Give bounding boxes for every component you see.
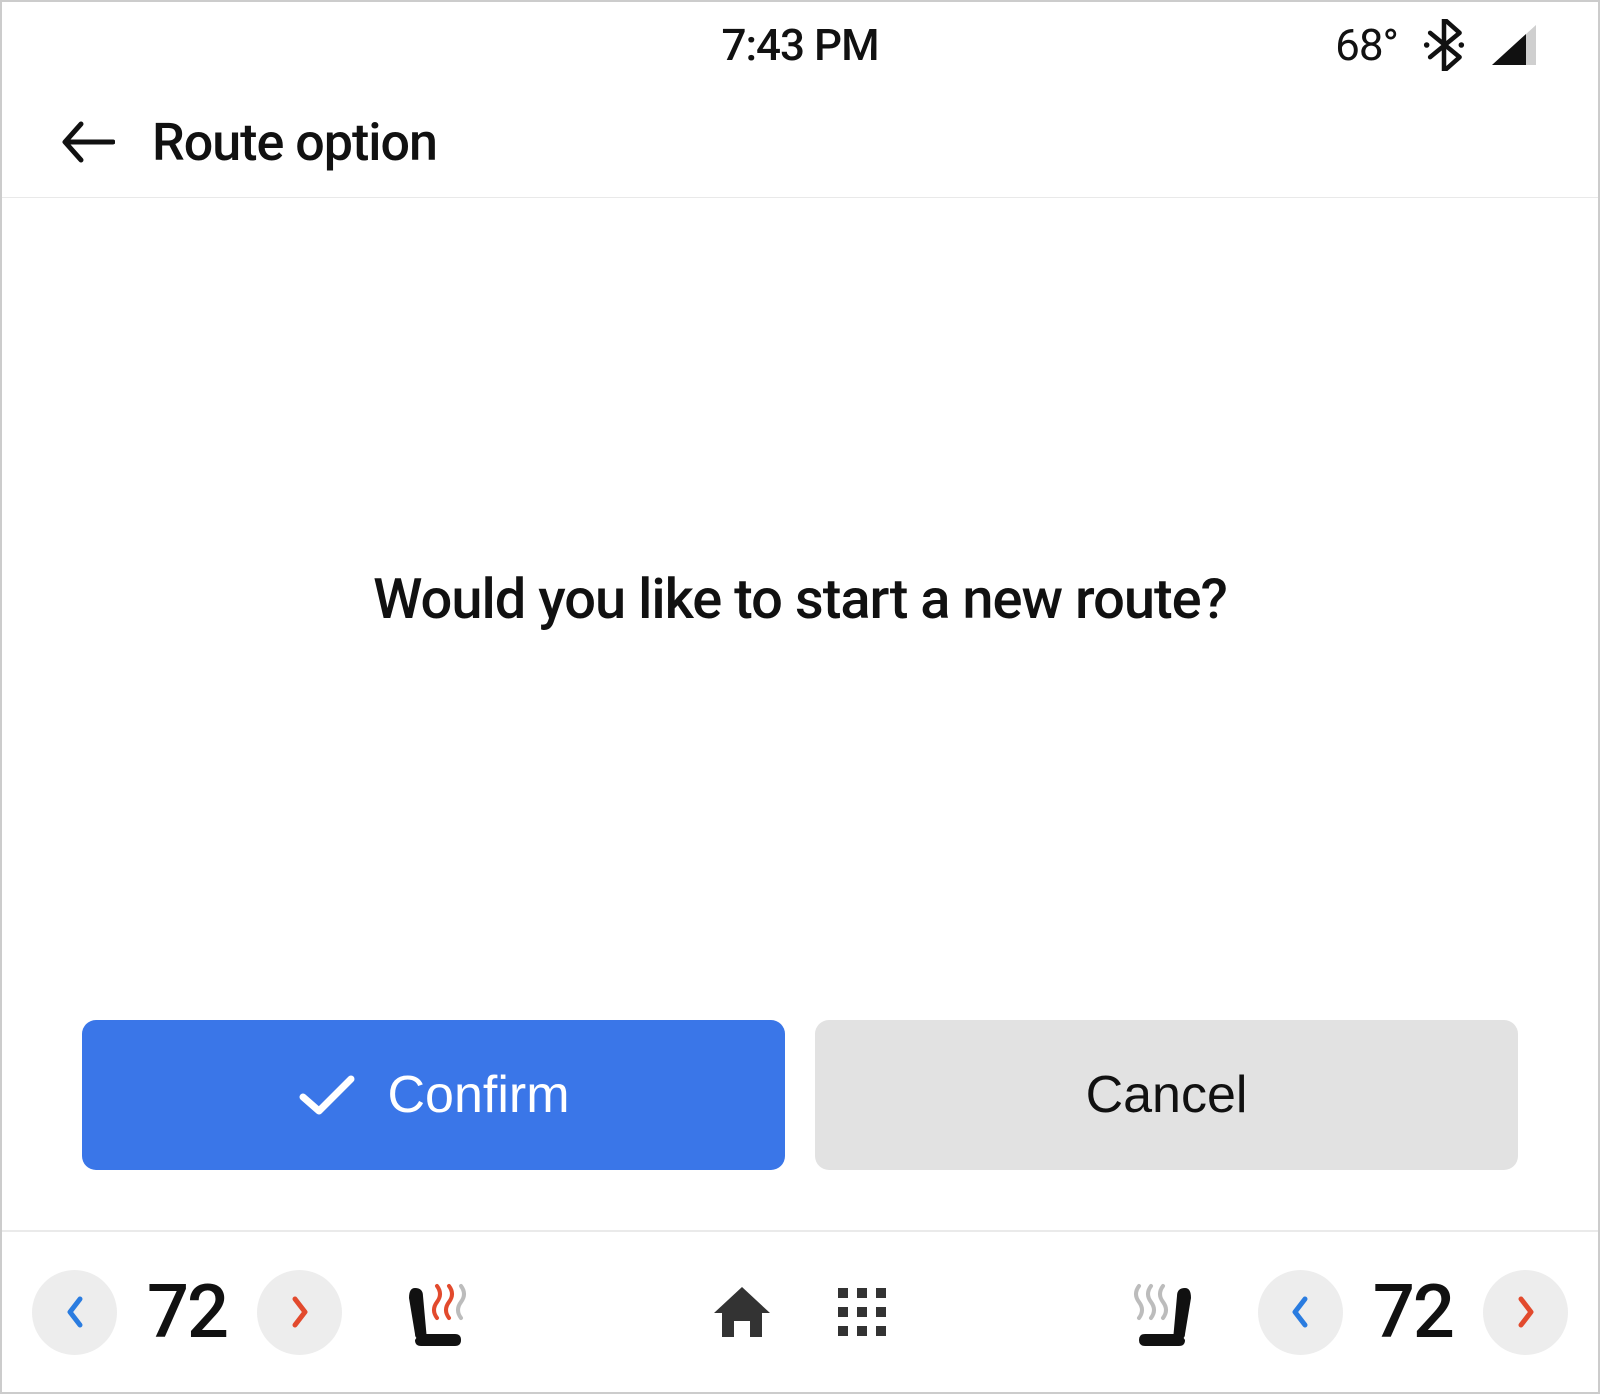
bluetooth-icon [1423, 19, 1465, 71]
climate-left-group: 72 [32, 1269, 482, 1356]
right-seat-heat-button[interactable] [1118, 1276, 1208, 1348]
climate-right-group: 72 [1118, 1269, 1568, 1356]
back-button[interactable] [57, 112, 117, 172]
apps-grid-icon [834, 1284, 890, 1340]
status-right: 68° [1335, 19, 1538, 71]
chevron-right-icon [289, 1295, 311, 1329]
right-temp-up-button[interactable] [1483, 1270, 1568, 1355]
main: Would you like to start a new route? Con… [2, 198, 1598, 1230]
confirm-button[interactable]: Confirm [82, 1020, 785, 1170]
center-controls [710, 1283, 890, 1341]
cancel-button[interactable]: Cancel [815, 1020, 1518, 1170]
button-row: Confirm Cancel [82, 1020, 1518, 1170]
chevron-right-icon [1515, 1295, 1537, 1329]
check-icon [297, 1071, 357, 1119]
cancel-label: Cancel [1086, 1065, 1248, 1125]
signal-icon [1490, 23, 1538, 67]
seat-heat-right-icon [1123, 1276, 1203, 1348]
right-temp: 72 [1363, 1269, 1463, 1356]
left-temp: 72 [137, 1269, 237, 1356]
right-temp-down-button[interactable] [1258, 1270, 1343, 1355]
seat-heat-left-icon [397, 1276, 477, 1348]
confirm-label: Confirm [387, 1065, 569, 1125]
status-outside-temp: 68° [1335, 19, 1398, 71]
chevron-left-icon [64, 1295, 86, 1329]
header: Route option [2, 87, 1598, 197]
route-prompt: Would you like to start a new route? [373, 566, 1227, 632]
status-time: 7:43 PM [721, 19, 878, 71]
arrow-left-icon [59, 120, 115, 164]
climate-bar: 72 [2, 1232, 1598, 1392]
page-title: Route option [152, 112, 437, 173]
left-temp-up-button[interactable] [257, 1270, 342, 1355]
status-bar: 7:43 PM 68° [2, 2, 1598, 87]
left-seat-heat-button[interactable] [392, 1276, 482, 1348]
left-temp-down-button[interactable] [32, 1270, 117, 1355]
home-icon [710, 1283, 774, 1341]
apps-button[interactable] [834, 1284, 890, 1340]
home-button[interactable] [710, 1283, 774, 1341]
chevron-left-icon [1289, 1295, 1311, 1329]
